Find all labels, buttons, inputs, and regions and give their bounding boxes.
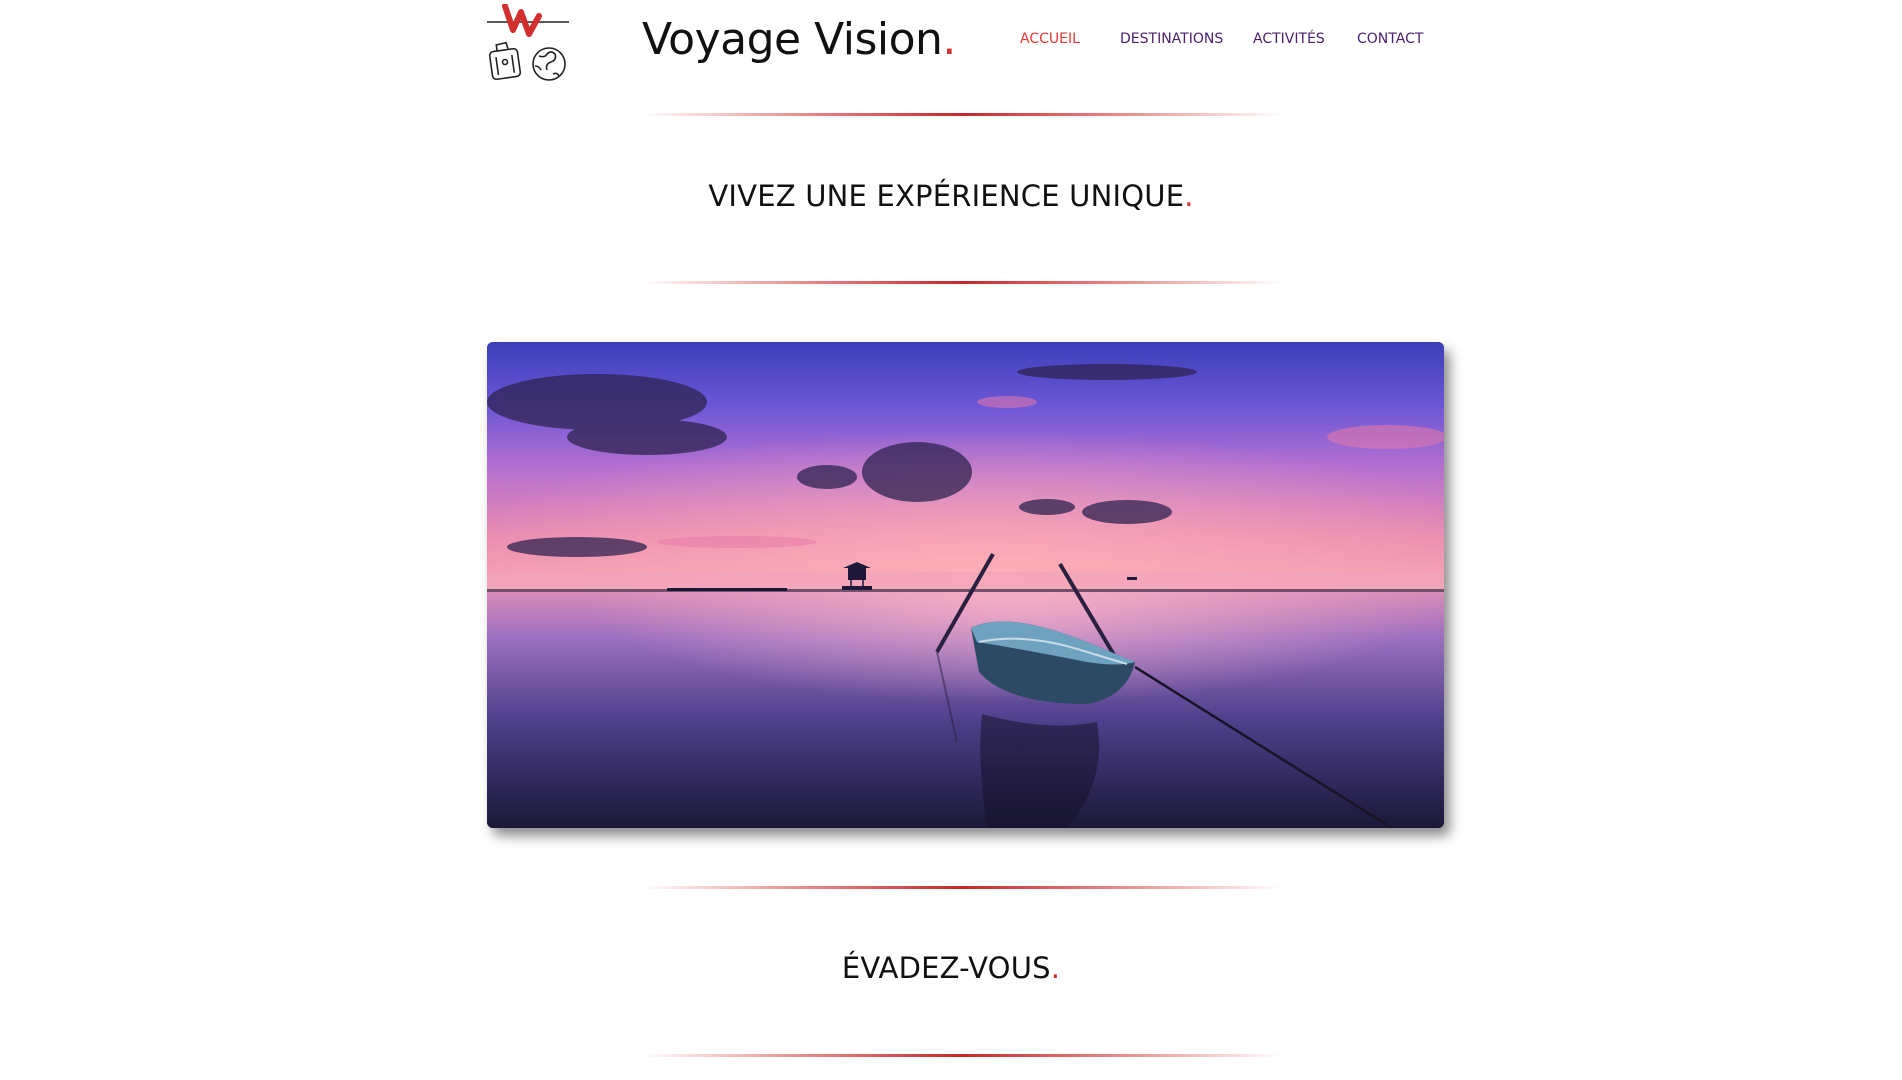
voyage-vision-logo-icon bbox=[487, 3, 569, 81]
site-title-text: Voyage Vision bbox=[642, 14, 943, 65]
hero-heading: VIVEZ UNE EXPÉRIENCE UNIQUE. bbox=[0, 178, 1902, 214]
hero-heading-dot: . bbox=[1184, 179, 1194, 213]
nav-item-accueil[interactable]: ACCUEIL bbox=[1020, 30, 1080, 48]
sunset-boat-image bbox=[487, 342, 1444, 828]
divider bbox=[642, 886, 1282, 889]
second-heading-dot: . bbox=[1050, 951, 1061, 985]
divider bbox=[642, 113, 1282, 116]
page: Voyage Vision. ACCUEIL DESTINATIONS ACTI… bbox=[0, 0, 1902, 1080]
second-heading-text: ÉVADEZ-VOUS bbox=[841, 951, 1051, 985]
nav-item-activites[interactable]: ACTIVITÉS bbox=[1253, 30, 1325, 48]
site-title-dot: . bbox=[942, 14, 956, 65]
hero-image bbox=[487, 342, 1444, 828]
site-title[interactable]: Voyage Vision. bbox=[642, 12, 956, 68]
nav-item-contact[interactable]: CONTACT bbox=[1357, 30, 1423, 48]
logo[interactable] bbox=[487, 3, 569, 84]
second-heading: ÉVADEZ-VOUS. bbox=[0, 950, 1902, 986]
hero-heading-text: VIVEZ UNE EXPÉRIENCE UNIQUE bbox=[708, 179, 1185, 213]
nav-item-destinations[interactable]: DESTINATIONS bbox=[1120, 30, 1223, 48]
divider bbox=[642, 1054, 1282, 1057]
divider bbox=[642, 281, 1282, 284]
